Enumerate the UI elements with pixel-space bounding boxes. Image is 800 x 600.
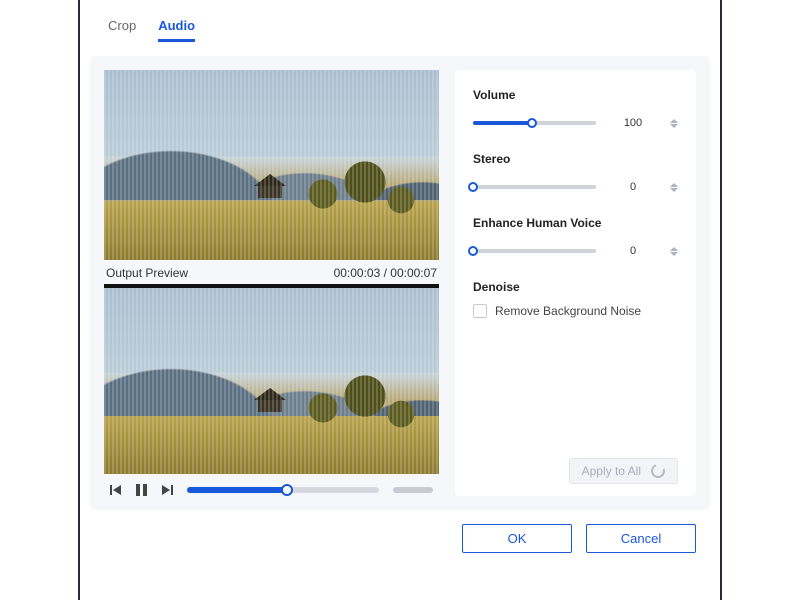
playback-slider[interactable] <box>187 487 379 493</box>
volume-group: Volume 100 <box>473 88 678 134</box>
stereo-slider[interactable] <box>473 185 596 189</box>
tab-crop[interactable]: Crop <box>108 18 136 42</box>
cancel-button[interactable]: Cancel <box>586 524 696 553</box>
tab-audio[interactable]: Audio <box>158 18 195 42</box>
playback-remaining <box>393 487 433 493</box>
volume-label: Volume <box>473 88 678 102</box>
denoise-group: Denoise Remove Background Noise <box>473 280 678 318</box>
preview-column: Output Preview 00:00:03 / 00:00:07 <box>104 70 439 496</box>
enhance-slider[interactable] <box>473 249 596 253</box>
refresh-icon <box>649 462 668 481</box>
volume-value[interactable]: 100 <box>606 112 660 134</box>
editor-window: Crop Audio Output Preview 00:00:03 / 00:… <box>78 0 722 600</box>
transport-controls <box>104 474 439 496</box>
skip-forward-icon[interactable] <box>161 484 173 496</box>
output-preview <box>104 284 439 474</box>
dialog-footer: OK Cancel <box>80 510 720 553</box>
denoise-checkbox-label: Remove Background Noise <box>495 304 641 318</box>
stereo-group: Stereo 0 <box>473 152 678 198</box>
ok-button[interactable]: OK <box>462 524 572 553</box>
volume-slider[interactable] <box>473 121 596 125</box>
stereo-value[interactable]: 0 <box>606 176 660 198</box>
enhance-value[interactable]: 0 <box>606 240 660 262</box>
audio-settings-panel: Volume 100 Stereo 0 <box>455 70 696 496</box>
stereo-label: Stereo <box>473 152 678 166</box>
denoise-checkbox[interactable] <box>473 304 487 318</box>
stereo-stepper[interactable] <box>670 183 678 192</box>
enhance-stepper[interactable] <box>670 247 678 256</box>
preview-time: 00:00:03 / 00:00:07 <box>334 266 437 280</box>
enhance-group: Enhance Human Voice 0 <box>473 216 678 262</box>
apply-to-all-button[interactable]: Apply to All <box>569 458 678 484</box>
content-area: Output Preview 00:00:03 / 00:00:07 <box>90 56 710 510</box>
output-preview-label: Output Preview <box>106 266 188 280</box>
source-preview <box>104 70 439 260</box>
tab-bar: Crop Audio <box>80 0 720 48</box>
pause-icon[interactable] <box>136 484 147 496</box>
apply-to-all-label: Apply to All <box>582 464 641 478</box>
volume-stepper[interactable] <box>670 119 678 128</box>
enhance-label: Enhance Human Voice <box>473 216 678 230</box>
denoise-label: Denoise <box>473 280 678 294</box>
skip-back-icon[interactable] <box>110 484 122 496</box>
preview-info-bar: Output Preview 00:00:03 / 00:00:07 <box>104 260 439 282</box>
